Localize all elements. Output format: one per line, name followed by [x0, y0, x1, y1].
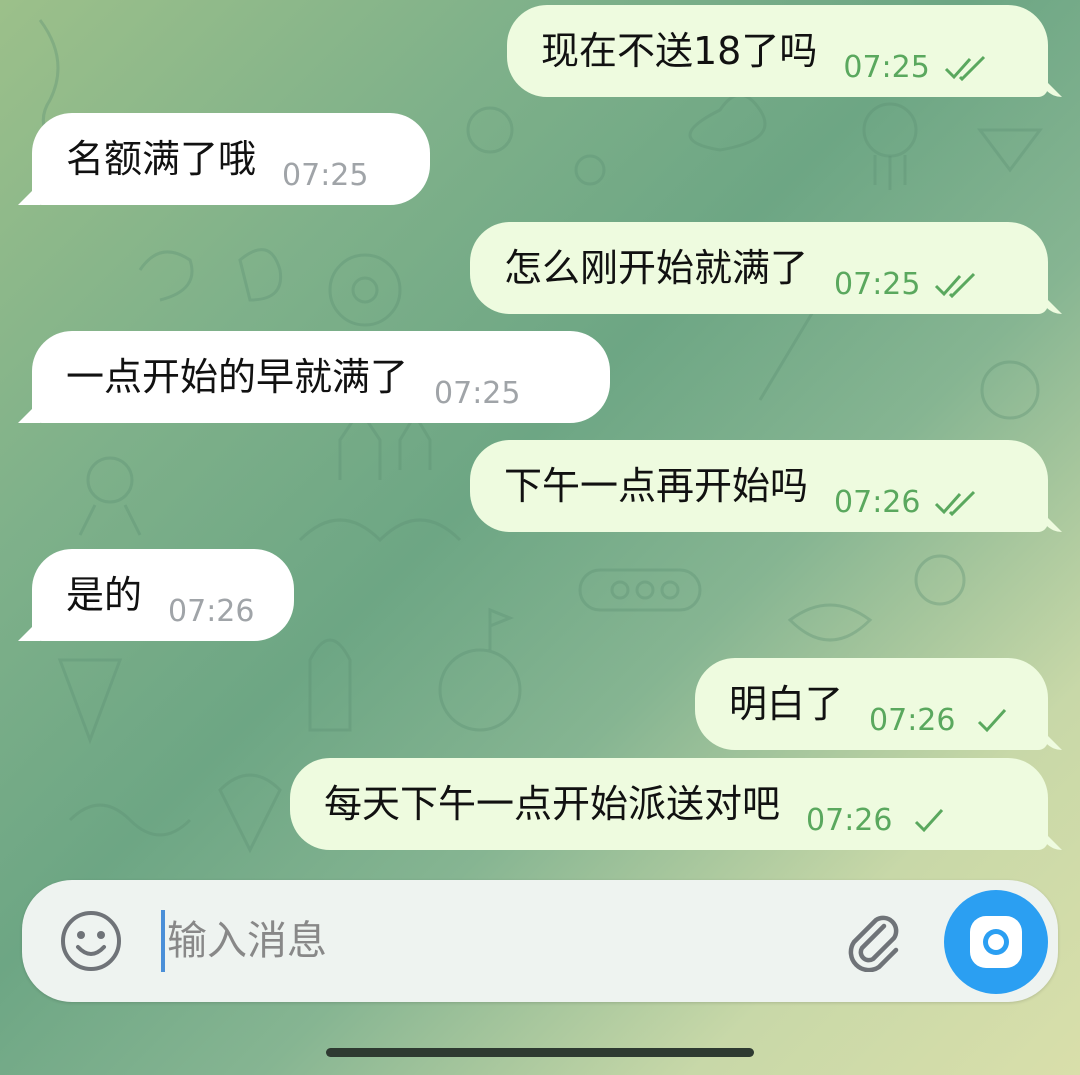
message-text: 名额满了哦	[66, 137, 257, 181]
message-bubble-incoming[interactable]: 名额满了哦 07:25	[32, 113, 430, 205]
message-time: 07:26	[168, 594, 255, 629]
camera-button[interactable]	[944, 890, 1048, 994]
double-check-icon	[935, 490, 976, 516]
message-bubble-outgoing[interactable]: 下午一点再开始吗 07:26	[470, 440, 1048, 532]
message-bubble-outgoing[interactable]: 明白了 07:26	[695, 658, 1048, 750]
message-meta: 07:25	[282, 158, 368, 205]
message-time: 07:25	[434, 376, 521, 411]
paperclip-icon[interactable]	[844, 912, 904, 972]
message-meta: 07:26	[869, 703, 1015, 750]
smiley-icon[interactable]	[60, 910, 122, 972]
message-text: 现在不送18了吗	[541, 29, 818, 73]
message-bubble-outgoing[interactable]: 每天下午一点开始派送对吧 07:26	[290, 758, 1048, 850]
message-meta: 07:25	[434, 376, 520, 423]
message-text: 是的	[66, 573, 143, 617]
message-meta: 07:25	[843, 50, 989, 97]
message-meta: 07:25	[834, 267, 980, 314]
message-time: 07:25	[834, 267, 921, 302]
double-check-icon	[944, 55, 985, 81]
message-meta: 07:26	[834, 485, 980, 532]
message-time: 07:26	[834, 485, 921, 520]
double-check-icon	[935, 272, 976, 298]
message-bubble-incoming[interactable]: 是的 07:26	[32, 549, 294, 641]
home-indicator[interactable]	[326, 1048, 754, 1057]
message-time: 07:25	[282, 158, 369, 193]
message-text: 怎么刚开始就满了	[504, 246, 809, 290]
message-text: 每天下午一点开始派送对吧	[324, 782, 781, 826]
message-text: 下午一点再开始吗	[504, 464, 809, 508]
single-check-icon	[978, 708, 1007, 732]
message-text: 一点开始的早就满了	[66, 355, 409, 399]
camera-icon	[970, 916, 1022, 968]
message-text: 明白了	[729, 682, 844, 726]
message-meta: 07:26	[168, 594, 254, 641]
message-bubble-outgoing[interactable]: 现在不送18了吗 07:25	[507, 5, 1048, 97]
message-bubble-incoming[interactable]: 一点开始的早就满了 07:25	[32, 331, 610, 423]
message-meta: 07:26	[806, 803, 952, 850]
message-input[interactable]: 输入消息	[167, 910, 327, 972]
message-time: 07:26	[806, 803, 893, 838]
text-cursor	[161, 910, 165, 972]
message-composer: 输入消息	[22, 880, 1058, 1002]
message-time: 07:25	[843, 50, 930, 85]
single-check-icon	[915, 808, 944, 832]
message-bubble-outgoing[interactable]: 怎么刚开始就满了 07:25	[470, 222, 1048, 314]
message-time: 07:26	[869, 703, 956, 738]
